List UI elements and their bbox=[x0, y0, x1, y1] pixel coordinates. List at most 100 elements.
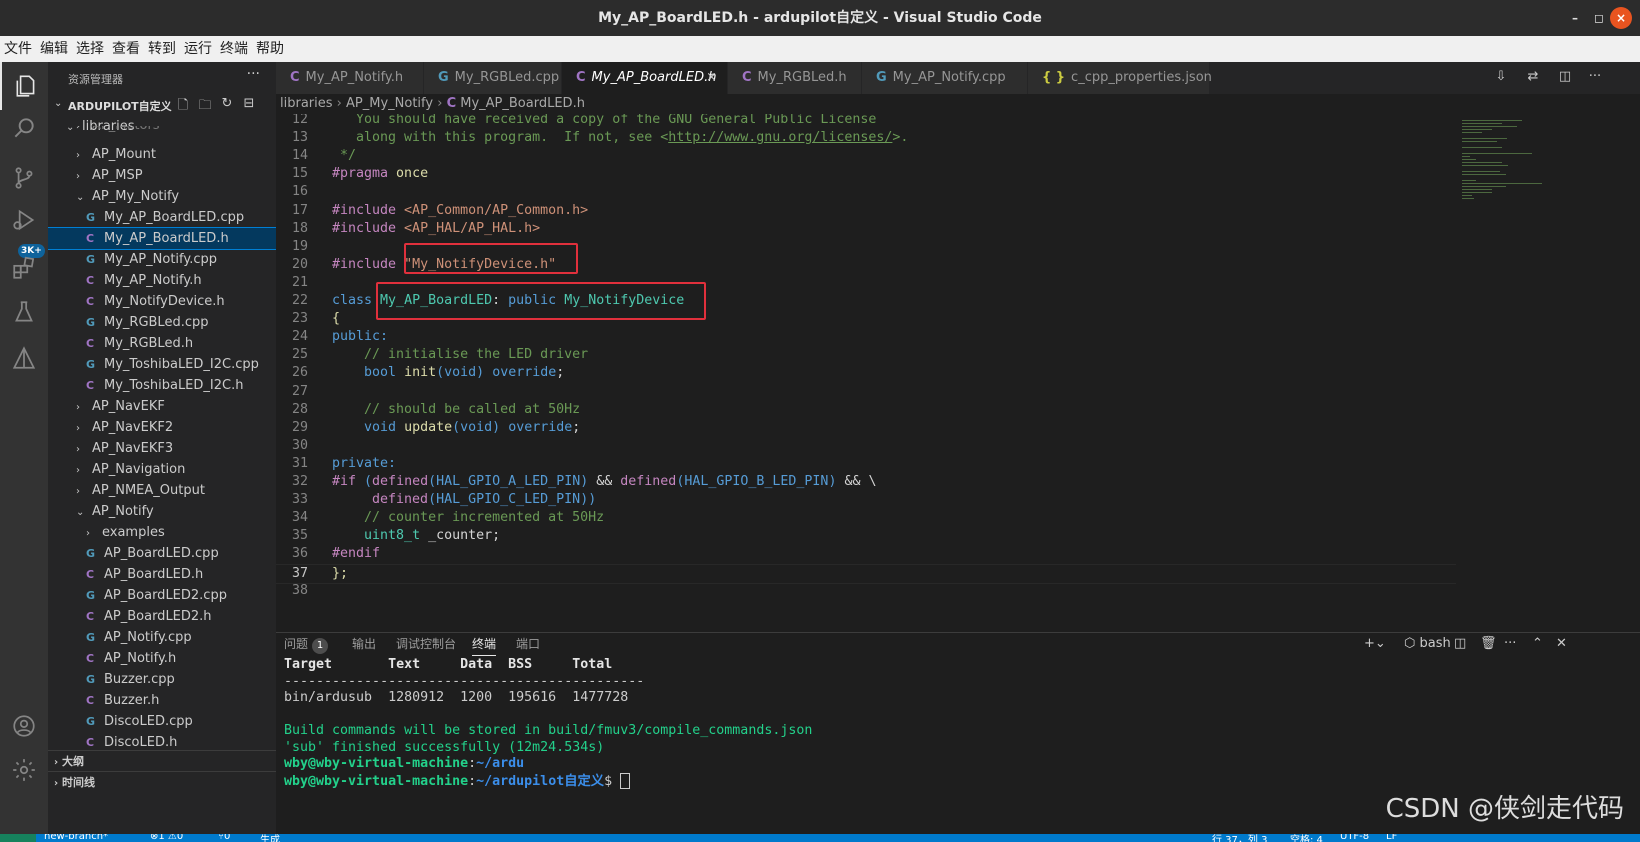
encoding-status[interactable]: UTF-8 bbox=[1340, 834, 1369, 842]
tree-file[interactable]: G Buzzer.cpp bbox=[48, 669, 276, 690]
new-file-icon[interactable]: 🗋 bbox=[174, 96, 192, 114]
tab-terminal[interactable]: 终端 bbox=[472, 633, 497, 656]
tree-folder[interactable]: › AP_NavEKF bbox=[48, 396, 276, 417]
new-terminal-icon[interactable]: +⌄ bbox=[1364, 635, 1386, 653]
minimap[interactable] bbox=[1456, 114, 1626, 632]
terminal-shell[interactable]: ⬡ bash bbox=[1404, 635, 1451, 653]
menu-file[interactable]: 文件 bbox=[0, 36, 36, 62]
tree-file[interactable]: G My_RGBLed.cpp bbox=[48, 312, 276, 333]
minimize-button[interactable]: – bbox=[1566, 9, 1584, 27]
split-terminal-icon[interactable]: ◫ bbox=[1454, 635, 1466, 653]
tree-file[interactable]: C My_ToshibaLED_I2C.h bbox=[48, 375, 276, 396]
menu-go[interactable]: 转到 bbox=[144, 36, 180, 62]
manage-gear-icon[interactable] bbox=[0, 746, 48, 794]
tree-file[interactable]: C AP_BoardLED2.h bbox=[48, 606, 276, 627]
tree-file[interactable]: G My_AP_BoardLED.cpp bbox=[48, 207, 276, 228]
breadcrumb-item[interactable]: My_AP_BoardLED.h bbox=[460, 96, 585, 111]
tree-file[interactable]: C My_NotifyDevice.h bbox=[48, 291, 276, 312]
workspace-root[interactable]: ⌄ ARDUPILOT自定义 🗋 🗀 ↻ ⊟ bbox=[48, 94, 276, 116]
collapse-all-icon[interactable]: ⊟ bbox=[240, 96, 258, 114]
tree-file[interactable]: C AP_Notify.h bbox=[48, 648, 276, 669]
close-panel-icon[interactable]: ✕ bbox=[1556, 635, 1567, 653]
terminal-output[interactable]: Target Text Data BSS Total -------------… bbox=[284, 657, 1624, 789]
kill-terminal-icon[interactable]: 🗑 bbox=[1480, 635, 1497, 653]
compare-icon[interactable]: ⇄ bbox=[1524, 69, 1542, 87]
menu-selection[interactable]: 选择 bbox=[72, 36, 108, 62]
tree-folder[interactable]: ⌄ AP_Notify bbox=[48, 501, 276, 522]
maximize-button[interactable]: ◻ bbox=[1590, 9, 1608, 27]
menu-run[interactable]: 运行 bbox=[180, 36, 216, 62]
tab-my-ap-boardled-h[interactable]: C My_AP_BoardLED.h × bbox=[562, 62, 728, 94]
tree-file[interactable]: G DiscoLED.cpp bbox=[48, 711, 276, 732]
account-icon[interactable] bbox=[0, 702, 48, 750]
build-status[interactable]: 生成 bbox=[260, 834, 280, 842]
tab-my-rgbled-cpp[interactable]: G My_RGBLed.cpp bbox=[424, 62, 562, 94]
code-line: 29 void update(void) override; bbox=[276, 419, 1456, 437]
tab-output[interactable]: 输出 bbox=[352, 633, 376, 655]
close-button[interactable]: × bbox=[1610, 7, 1632, 29]
explorer-icon[interactable] bbox=[0, 62, 50, 110]
tree-folder[interactable]: › AP_Mount bbox=[48, 144, 276, 165]
more-actions-icon[interactable]: ··· bbox=[247, 66, 260, 82]
menu-edit[interactable]: 编辑 bbox=[36, 36, 72, 62]
refresh-icon[interactable]: ↻ bbox=[218, 96, 236, 114]
tree-folder[interactable]: › AP_Navigation bbox=[48, 459, 276, 480]
tree-folder[interactable]: › AP_NMEA_Output bbox=[48, 480, 276, 501]
tab-debug-console[interactable]: 调试控制台 bbox=[396, 633, 456, 655]
tree-file[interactable]: G AP_BoardLED2.cpp bbox=[48, 585, 276, 606]
code-line: 19 bbox=[276, 238, 1456, 256]
menu-terminal[interactable]: 终端 bbox=[216, 36, 252, 62]
tab-ports[interactable]: 端口 bbox=[516, 633, 540, 655]
new-folder-icon[interactable]: 🗀 bbox=[196, 96, 214, 114]
cursor-position[interactable]: 行 37，列 3 bbox=[1212, 834, 1267, 842]
tab-my-rgbled-h[interactable]: C My_RGBLed.h bbox=[728, 62, 862, 94]
extensions-icon[interactable] bbox=[0, 244, 48, 292]
open-changes-icon[interactable]: ⇩ bbox=[1492, 69, 1510, 87]
run-debug-icon[interactable] bbox=[0, 196, 48, 244]
tree-file[interactable]: G AP_BoardLED.cpp bbox=[48, 543, 276, 564]
branch-status[interactable]: new-branch* bbox=[44, 834, 108, 842]
ports-status[interactable]: ⑂0 bbox=[218, 834, 230, 842]
tree-folder[interactable]: ›AP_Motors bbox=[48, 126, 276, 134]
tree-file[interactable]: C My_RGBLed.h bbox=[48, 333, 276, 354]
timeline-section[interactable]: › 时间线 bbox=[48, 771, 276, 794]
breadcrumb-item[interactable]: libraries bbox=[276, 96, 333, 111]
tree-file[interactable]: G My_AP_Notify.cpp bbox=[48, 249, 276, 270]
tree-file[interactable]: G AP_Notify.cpp bbox=[48, 627, 276, 648]
search-icon[interactable] bbox=[0, 104, 48, 152]
tab-problems[interactable]: 问题 1 bbox=[284, 633, 329, 655]
tab-my-ap-notify-h[interactable]: C My_AP_Notify.h bbox=[276, 62, 424, 94]
tree-file[interactable]: C Buzzer.h bbox=[48, 690, 276, 711]
tree-folder[interactable]: ⌄ AP_My_Notify bbox=[48, 186, 276, 207]
tree-folder[interactable]: › AP_MSP bbox=[48, 165, 276, 186]
testing-icon[interactable] bbox=[0, 288, 48, 336]
indentation-status[interactable]: 空格: 4 bbox=[1290, 834, 1323, 842]
more-actions-icon[interactable]: ··· bbox=[1504, 635, 1516, 653]
tab-c-cpp-properties-json[interactable]: { } c_cpp_properties.json bbox=[1028, 62, 1212, 94]
menu-help[interactable]: 帮助 bbox=[252, 36, 288, 62]
source-control-icon[interactable] bbox=[0, 154, 48, 202]
tree-file[interactable]: G My_ToshibaLED_I2C.cpp bbox=[48, 354, 276, 375]
tree-folder[interactable]: › AP_NavEKF3 bbox=[48, 438, 276, 459]
maximize-panel-icon[interactable]: ⌃ bbox=[1532, 635, 1543, 653]
minimap-line bbox=[1462, 189, 1492, 190]
breadcrumb-item[interactable]: AP_My_Notify bbox=[346, 96, 433, 111]
tree-folder[interactable]: › AP_NavEKF2 bbox=[48, 417, 276, 438]
close-tab-icon[interactable]: × bbox=[706, 62, 717, 94]
outline-section[interactable]: › 大纲 bbox=[48, 750, 276, 773]
tree-item-label: AP_Notify bbox=[92, 504, 154, 519]
eol-status[interactable]: LF bbox=[1386, 834, 1397, 842]
code-token: My_NotifyDevice bbox=[564, 293, 685, 308]
cmake-icon[interactable] bbox=[0, 334, 48, 382]
tree-file[interactable]: C My_AP_Notify.h bbox=[48, 270, 276, 291]
tab-my-ap-notify-cpp[interactable]: G My_AP_Notify.cpp bbox=[862, 62, 1028, 94]
more-actions-icon[interactable]: ··· bbox=[1586, 69, 1604, 87]
split-editor-icon[interactable]: ◫ bbox=[1556, 69, 1574, 87]
menu-view[interactable]: 查看 bbox=[108, 36, 144, 62]
problems-status[interactable]: ⊗1 ⚠0 bbox=[150, 834, 183, 842]
tree-file[interactable]: C My_AP_BoardLED.h bbox=[48, 227, 276, 250]
code-editor[interactable]: 12 You should have received a copy of th… bbox=[276, 114, 1456, 632]
tree-folder[interactable]: › examples bbox=[48, 522, 276, 543]
remote-indicator[interactable] bbox=[0, 834, 36, 842]
tree-file[interactable]: C AP_BoardLED.h bbox=[48, 564, 276, 585]
